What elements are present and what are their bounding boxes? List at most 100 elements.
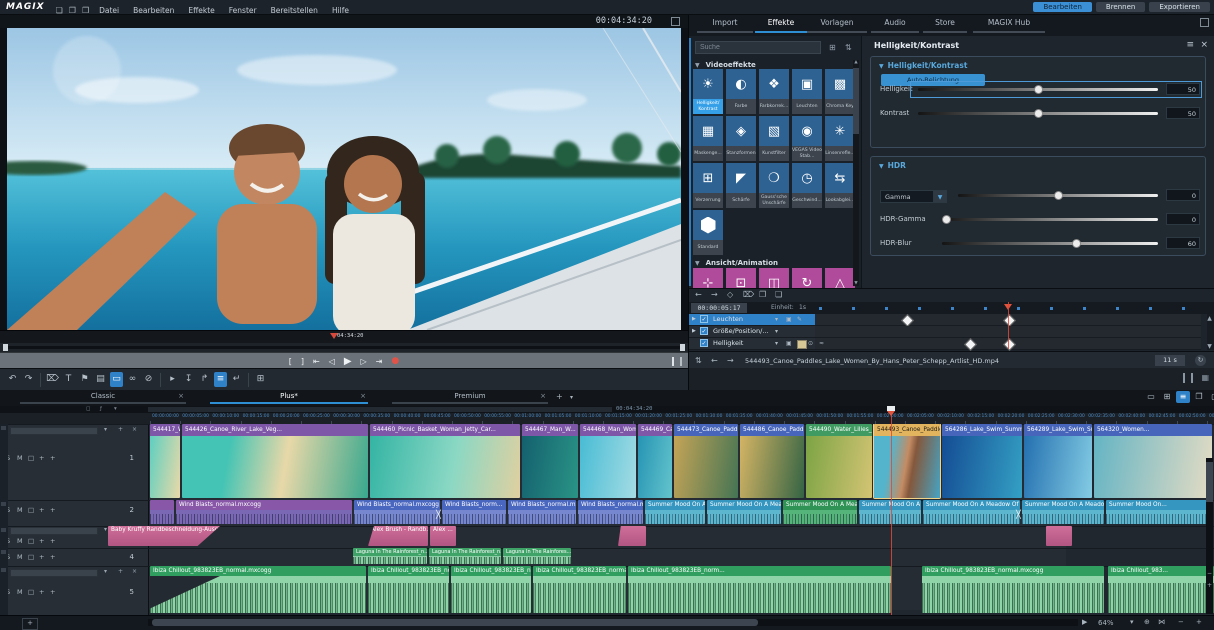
timeline-clip[interactable] (618, 526, 646, 546)
effect-tile-video-stabilization[interactable]: ◉VEGAS Video Stab... (792, 116, 822, 161)
timeline-clip[interactable]: 544493_Canoe_Paddles_... (874, 424, 940, 498)
effect-tile-stamp-shapes[interactable]: ◈Stanzformen (726, 116, 756, 161)
timeline-clip[interactable]: Summer Mood On A Meadow Of... (1022, 500, 1104, 524)
close-tab-icon[interactable]: × (540, 392, 546, 400)
range-icon[interactable]: ▤ (94, 372, 107, 387)
timeline-clip[interactable]: 544426_Canoe_River_Lake_Veg... (182, 424, 368, 498)
project-tab-premium[interactable]: Premium× (392, 390, 548, 404)
timeline-clip[interactable]: 544467_Man_W... (522, 424, 578, 498)
keyframe-track-leuchten[interactable]: ▶✓Leuchten▾▣✎ (689, 314, 1201, 326)
new-project-icon[interactable]: ❏ (56, 6, 63, 15)
effect-tile-art-filter[interactable]: ▧Kunstfilter (759, 116, 789, 161)
timeline-clip[interactable]: Laguna In The Rainforest_n... (429, 548, 501, 564)
mark-out-icon[interactable]: ] (301, 357, 304, 366)
timeline-clip[interactable]: Ibiza Chillout_983823EB_normal.mxcogg (922, 566, 1104, 613)
track-minimize-icon[interactable] (1, 502, 6, 506)
dropdown-arrow-icon[interactable]: ▼ (933, 190, 947, 203)
timeline-clip[interactable]: 544460_Picnic_Basket_Woman_Jetty_Car... (370, 424, 520, 498)
preview-scrubber[interactable]: 04:34:20 (0, 330, 688, 344)
float-window-icon[interactable] (671, 17, 680, 26)
dropdown-icon[interactable]: ▾ (775, 328, 778, 335)
slider-value[interactable]: 0 (1166, 189, 1200, 201)
track-zoom-out-icon[interactable]: − (1206, 570, 1213, 577)
add-track-icon[interactable]: + (118, 568, 123, 575)
timeline-clip[interactable]: 544468_Man_Women_Wo... (580, 424, 636, 498)
scroll-up-icon[interactable]: ▲ (853, 60, 859, 65)
dropdown-icon[interactable]: ▾ (775, 340, 778, 347)
stack-view-icon[interactable]: ❐ (1192, 391, 1206, 403)
track-minimize-icon[interactable] (1, 568, 6, 572)
add-track-icon[interactable]: + (118, 426, 123, 433)
group-title[interactable]: ▼Helligkeit/Kontrast (879, 61, 967, 70)
timeline-clip[interactable]: Laguna In The Rainforest_n... (353, 548, 427, 564)
bearbeiten-button[interactable]: Bearbeiten (1033, 2, 1091, 12)
zoom-menu-icon[interactable]: ▾ (1130, 618, 1134, 626)
timeline-clip[interactable]: Wind Blasts_normal.mxcogg (578, 500, 643, 524)
timeline-clip[interactable]: Ibiza Chillout_983823EB_normal.mxcogg (150, 566, 366, 613)
track-zoom-in-icon[interactable]: + (1206, 582, 1213, 589)
box-icon[interactable]: ▣ (786, 316, 792, 323)
tab-magix-hub[interactable]: MAGIX Hub (977, 18, 1041, 27)
panel-menu-icon[interactable]: ≡ (1186, 40, 1194, 50)
transition-icon[interactable]: + (39, 506, 44, 514)
track-minimize-icon[interactable] (1, 528, 6, 532)
keyframe-icon[interactable]: + (50, 588, 55, 596)
video-viewport[interactable] (7, 28, 681, 330)
timeline-clip[interactable]: Summer Mood On A Meadow Of Flower (923, 500, 1020, 524)
crossfade-icon[interactable]: ╳ (436, 510, 441, 519)
zoom-selection-icon[interactable]: ⋈ (1158, 618, 1165, 626)
record-icon[interactable]: ● (391, 356, 399, 366)
timeline-clip[interactable]: 564320_Women... (1094, 424, 1212, 498)
copy-keyframe-icon[interactable]: ❐ (759, 290, 766, 299)
timeline-overview-strip[interactable]: 00:04:34:20 ◻ƒ▾ (0, 406, 1214, 413)
track-menu-icon[interactable]: ▾ (104, 526, 107, 533)
track-name-input[interactable] (10, 527, 98, 535)
effect-tile-speed[interactable]: ◷Geschwind... (792, 163, 822, 208)
mute-button[interactable]: M (17, 553, 23, 561)
preview-range-bar[interactable] (0, 343, 688, 352)
eye-icon[interactable]: ⊙ (808, 340, 813, 347)
pen-icon[interactable]: ✎ (797, 316, 802, 323)
prev-keyframe-icon[interactable]: ← (695, 290, 702, 299)
menu-fenster[interactable]: Fenster (229, 6, 257, 15)
exportieren-button[interactable]: Exportieren (1149, 2, 1210, 12)
monitor-view-icon[interactable]: ▭ (1144, 391, 1158, 403)
effect-tile-chroma-key[interactable]: ▩Chroma Key (825, 69, 855, 114)
effect-tile-distortion[interactable]: ⊞Verzerrung (693, 163, 723, 208)
unit-value[interactable]: 1s (799, 304, 806, 311)
mute-button[interactable]: M (17, 537, 23, 545)
keyframe-icon[interactable]: + (50, 553, 55, 561)
transition-icon[interactable]: + (39, 588, 44, 596)
tab-vorlagen[interactable]: Vorlagen (811, 18, 863, 27)
keyframe-icon[interactable]: + (50, 506, 55, 514)
slider-thumb[interactable] (1054, 191, 1063, 200)
timeline-clip[interactable]: Wind Blasts_normal.mxcogg TS (354, 500, 440, 524)
project-tab-classic[interactable]: Classic× (20, 390, 186, 404)
keyframe-icon[interactable]: + (50, 537, 55, 545)
effect-tile-look-match[interactable]: ⇆Lookabglei... (825, 163, 855, 208)
slider-value[interactable]: 50 (1166, 83, 1200, 95)
next-frame-icon[interactable]: ▷ (361, 357, 367, 366)
new-tab-icon[interactable]: + (556, 392, 563, 401)
remove-track-icon[interactable]: × (132, 568, 137, 575)
curve-icon[interactable]: ≈ (819, 340, 824, 347)
effect-tile-standard-preset[interactable]: Standard (693, 210, 723, 255)
collapse-icon[interactable]: ▾ (114, 406, 117, 412)
slider-track[interactable] (942, 218, 1158, 221)
redo-icon[interactable]: ↷ (22, 372, 35, 387)
delete-icon[interactable]: ⌦ (46, 372, 59, 387)
menu-effekte[interactable]: Effekte (188, 6, 214, 15)
menu-bereitstellen[interactable]: Bereitstellen (271, 6, 318, 15)
timeline-clip[interactable]: Laguna In The Rainfores... (503, 548, 571, 564)
lock-icon[interactable]: □ (28, 506, 34, 514)
tab-menu-icon[interactable]: ▾ (570, 394, 573, 401)
color-swatch[interactable] (797, 340, 807, 349)
open-project-icon[interactable]: ❐ (69, 6, 76, 15)
next-keyframe-icon[interactable]: → (711, 290, 718, 299)
keyframe-ruler[interactable]: 00:00:05:17 Einheit: 1s (689, 302, 1214, 314)
track-checkbox[interactable]: ✓ (700, 339, 708, 347)
exchange-icon[interactable]: ↱ (198, 372, 211, 387)
track-name-input[interactable] (10, 569, 98, 577)
zoom-in-icon[interactable]: + (1196, 618, 1202, 626)
grid-view-icon[interactable]: ⊞ (1160, 391, 1174, 403)
